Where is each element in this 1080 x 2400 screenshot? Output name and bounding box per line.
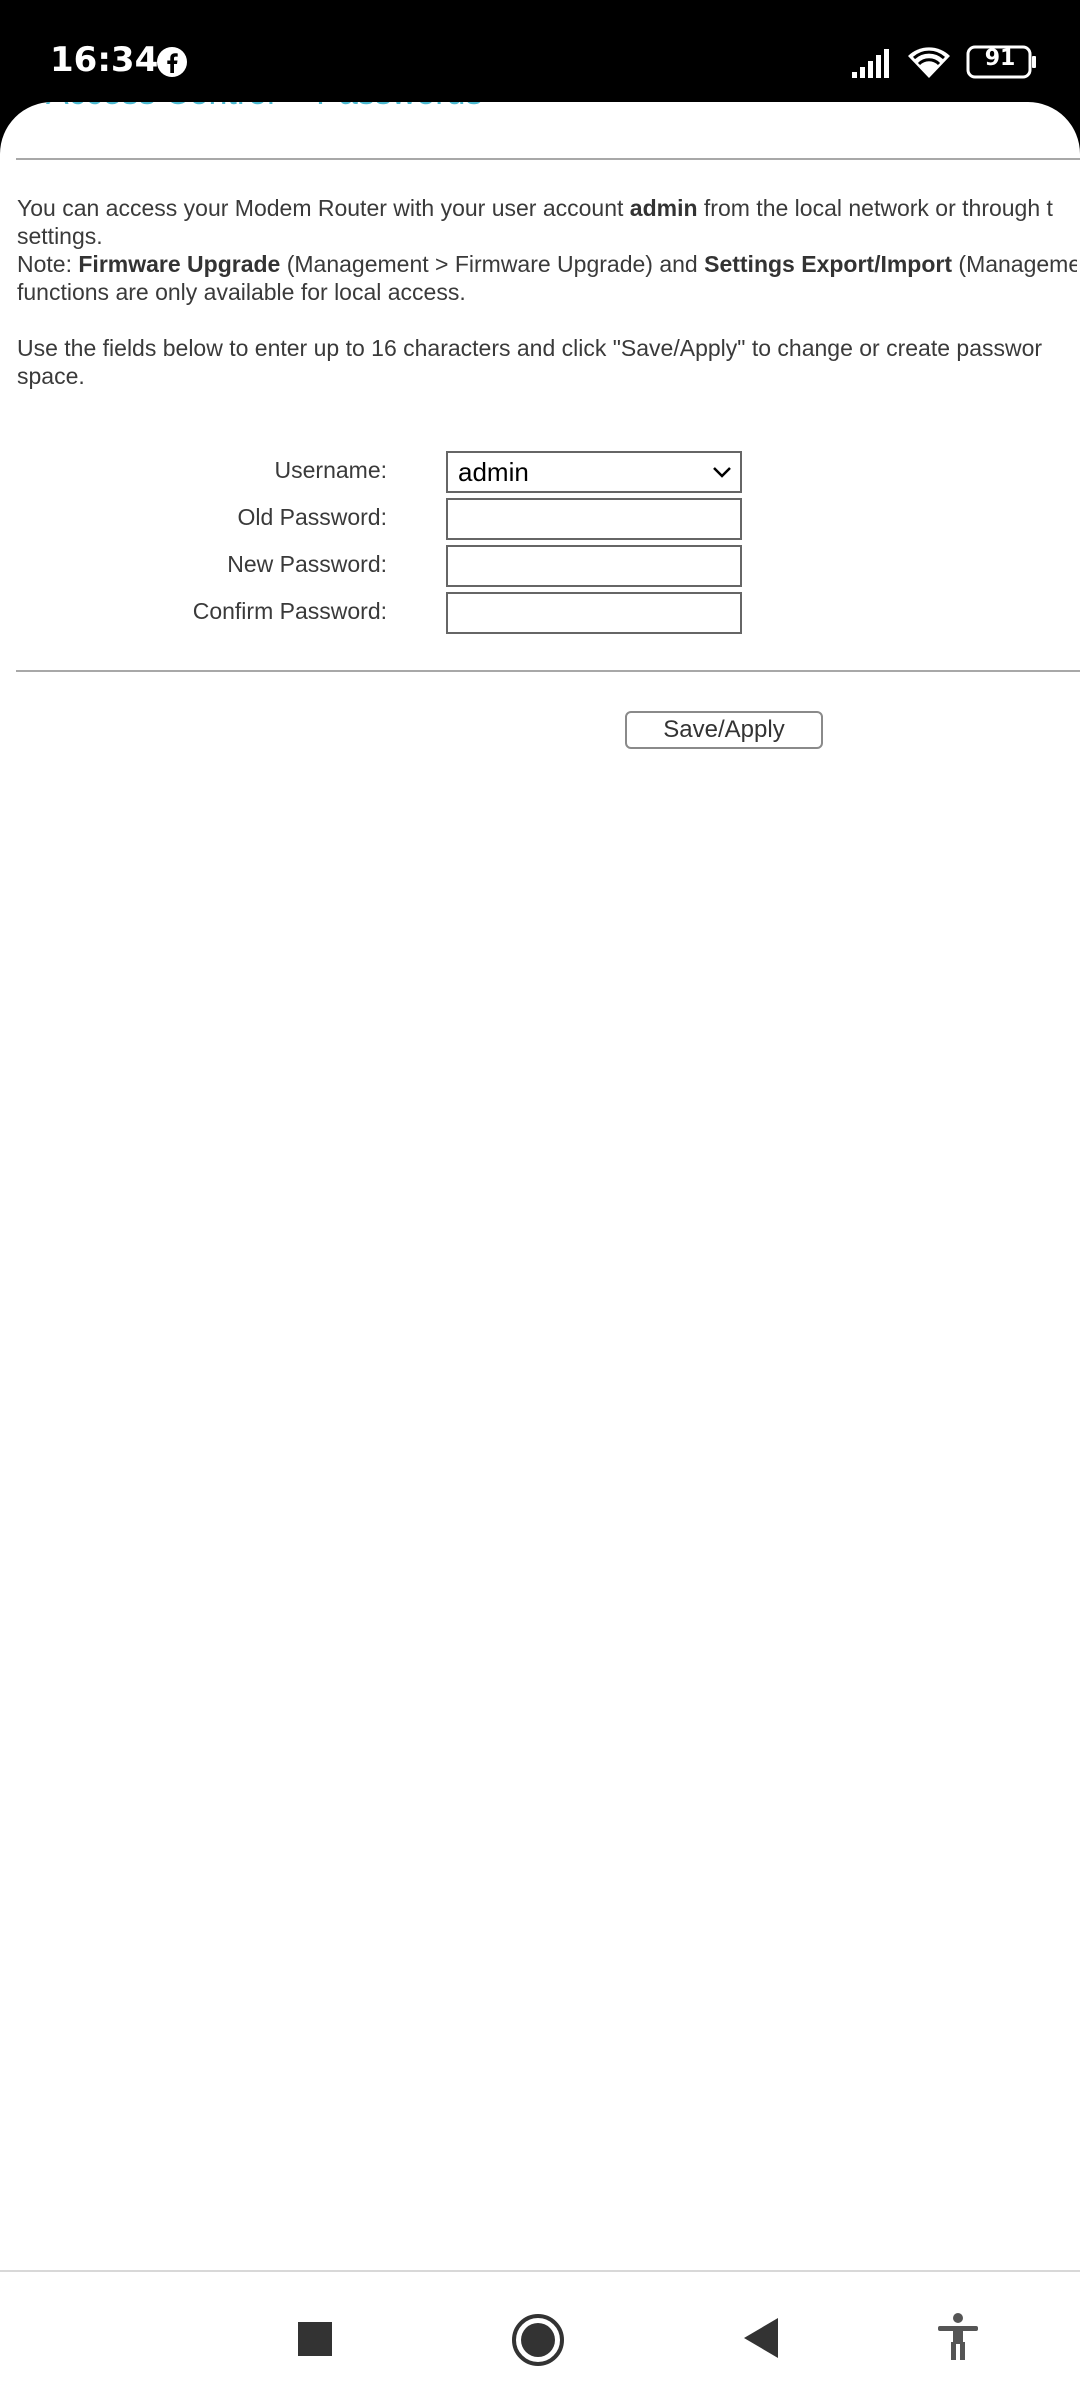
- intro-paragraph: You can access your Modem Router with yo…: [17, 195, 1077, 305]
- new-password-label: New Password:: [227, 551, 387, 577]
- username-value: admin: [458, 457, 529, 487]
- divider: [16, 158, 1080, 160]
- accessibility-icon[interactable]: [936, 2312, 980, 2362]
- chevron-down-icon: [713, 467, 731, 478]
- confirm-password-label: Confirm Password:: [192, 598, 387, 624]
- username-select[interactable]: admin: [446, 451, 742, 493]
- status-time: 16:34: [50, 40, 159, 80]
- old-password-input[interactable]: [446, 498, 742, 540]
- confirm-password-input[interactable]: [446, 592, 742, 634]
- navigation-bar: [0, 2270, 1080, 2400]
- username-label: Username:: [274, 457, 387, 483]
- divider: [16, 670, 1080, 672]
- recents-square-icon[interactable]: [298, 2322, 332, 2356]
- facebook-icon: [157, 47, 187, 77]
- new-password-input[interactable]: [446, 545, 742, 587]
- web-page: Access Control -- Passwords You can acce…: [0, 102, 1080, 2270]
- save-apply-button[interactable]: Save/Apply: [625, 711, 823, 749]
- battery-level: 91: [984, 46, 1016, 71]
- wifi-icon: [908, 47, 950, 78]
- instructions-paragraph: Use the fields below to enter up to 16 c…: [17, 335, 1043, 389]
- back-triangle-icon[interactable]: [742, 2316, 782, 2360]
- page-title: Access Control -- Passwords: [46, 102, 482, 113]
- old-password-label: Old Password:: [237, 504, 387, 530]
- signal-icon: [852, 49, 889, 78]
- home-circle-icon[interactable]: [510, 2312, 566, 2368]
